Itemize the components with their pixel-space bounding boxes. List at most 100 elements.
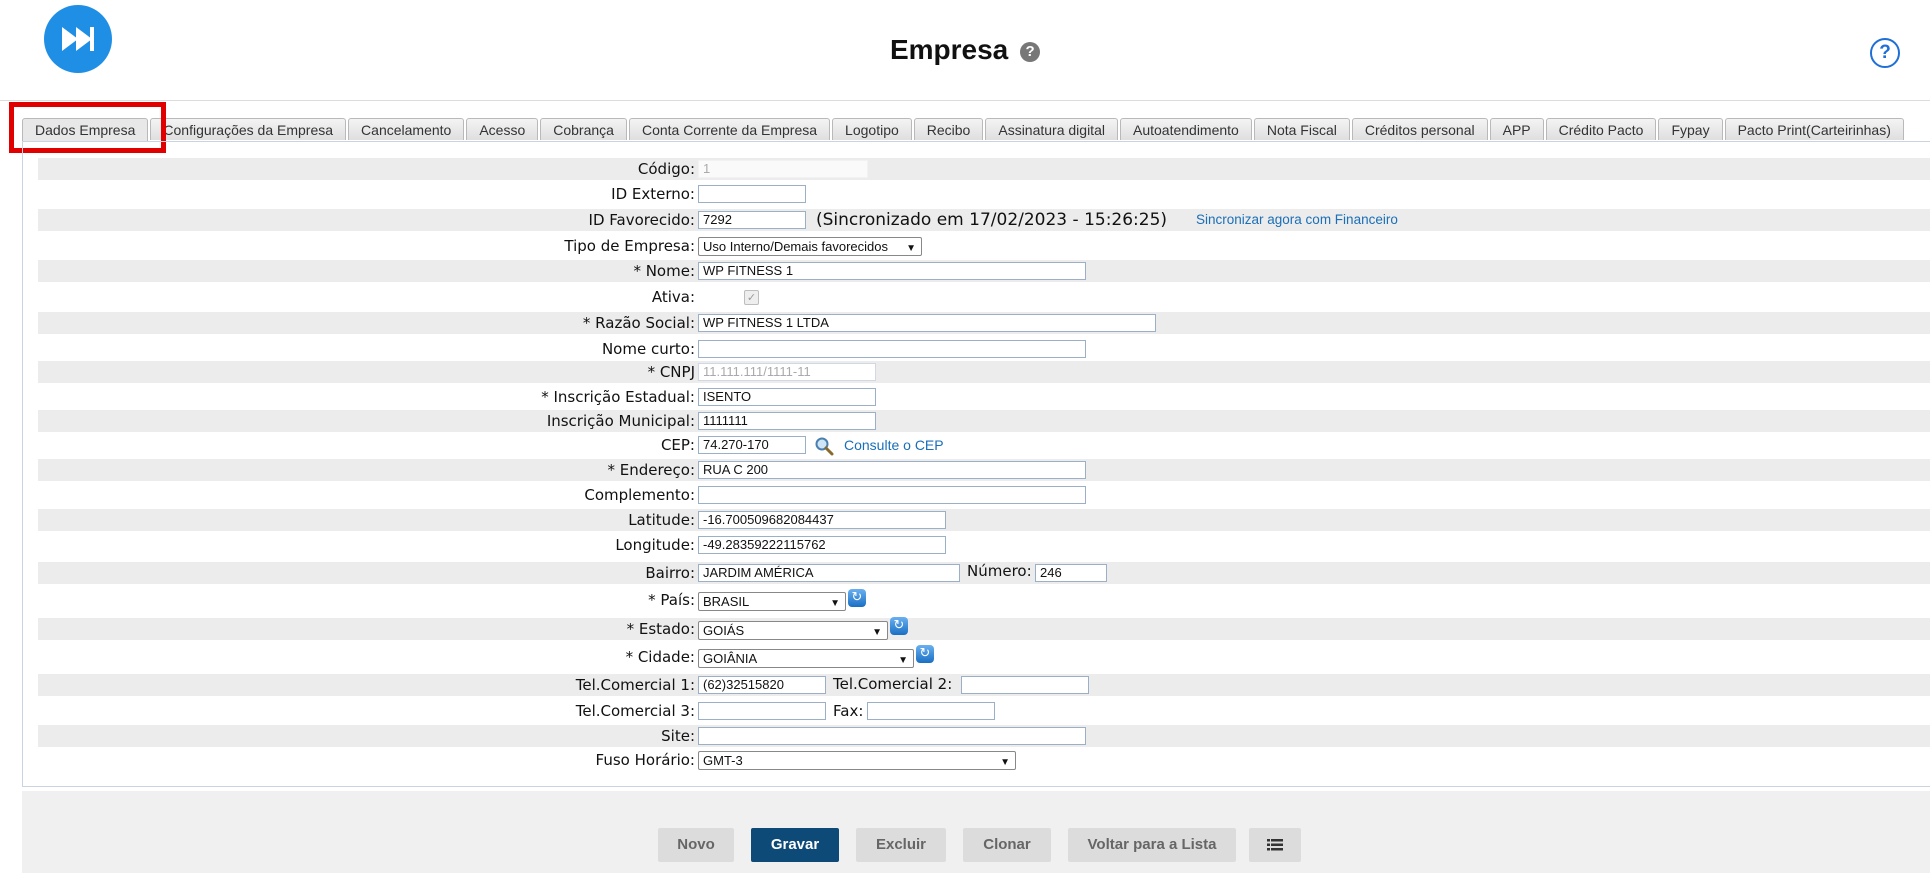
tab-credito-pacto[interactable]: Crédito Pacto	[1545, 118, 1657, 140]
id-favorecido-input[interactable]: 7292	[698, 211, 806, 229]
cep-input[interactable]: 74.270-170	[698, 436, 806, 454]
row-nome: * Nome: WP FITNESS 1	[38, 260, 1930, 282]
id-externo-label: ID Externo:	[611, 185, 695, 203]
inscricao-estadual-input[interactable]: ISENTO	[698, 388, 876, 406]
tipo-empresa-label: Tipo de Empresa:	[564, 237, 695, 255]
endereco-label: * Endereço:	[607, 461, 695, 479]
longitude-input[interactable]: -49.28359222115762	[698, 536, 946, 554]
complemento-input[interactable]	[698, 486, 1086, 504]
tab-cobranca[interactable]: Cobrança	[540, 118, 627, 140]
chevron-down-icon: ▼	[898, 655, 908, 666]
tab-configuracoes[interactable]: Configurações da Empresa	[150, 118, 347, 140]
refresh-icon[interactable]: ↻	[890, 617, 908, 635]
endereco-input[interactable]: RUA C 200	[698, 461, 1086, 479]
ativa-checkbox[interactable]: ✓	[744, 290, 759, 305]
voltar-lista-button[interactable]: Voltar para a Lista	[1068, 828, 1236, 862]
latitude-input[interactable]: -16.700509682084437	[698, 511, 946, 529]
row-longitude: Longitude: -49.28359222115762	[38, 534, 1930, 556]
chevron-down-icon: ▼	[906, 243, 916, 254]
pais-value: BRASIL	[703, 594, 750, 609]
bairro-label: Bairro:	[645, 564, 695, 582]
cnpj-input[interactable]: 11.111.111/1111-11	[698, 363, 876, 381]
tab-app[interactable]: APP	[1489, 118, 1544, 140]
estado-value: GOIÁS	[703, 623, 745, 638]
site-label: Site:	[661, 727, 695, 745]
tab-bar: Dados Empresa Configurações da Empresa C…	[22, 118, 1904, 142]
tipo-empresa-select[interactable]: Uso Interno/Demais favorecidos ▼	[698, 237, 922, 256]
row-site: Site:	[38, 725, 1930, 747]
row-tipo-empresa: Tipo de Empresa: Uso Interno/Demais favo…	[38, 235, 1930, 257]
fax-label: Fax:	[833, 702, 864, 720]
row-id-favorecido: ID Favorecido: 7292 (Sincronizado em 17/…	[38, 209, 1930, 231]
consulte-cep-link[interactable]: Consulte o CEP	[844, 434, 944, 456]
inscricao-estadual-label: * Inscrição Estadual:	[541, 388, 695, 406]
gravar-button[interactable]: Gravar	[751, 828, 839, 862]
tab-pacto-print[interactable]: Pacto Print(Carteirinhas)	[1724, 118, 1904, 140]
estado-select[interactable]: GOIÁS ▼	[698, 621, 888, 640]
tab-autoatendimento[interactable]: Autoatendimento	[1119, 118, 1252, 140]
clonar-button[interactable]: Clonar	[963, 828, 1051, 862]
novo-button[interactable]: Novo	[658, 828, 734, 862]
nome-curto-input[interactable]	[698, 340, 1086, 358]
refresh-icon[interactable]: ↻	[848, 589, 866, 607]
tel1-label: Tel.Comercial 1:	[575, 676, 695, 694]
tab-recibo[interactable]: Recibo	[913, 118, 984, 140]
complemento-label: Complemento:	[584, 486, 695, 504]
tab-acesso[interactable]: Acesso	[466, 118, 539, 140]
row-inscricao-municipal: Inscrição Municipal: 1111111	[38, 410, 1930, 432]
pais-select[interactable]: BRASIL ▼	[698, 592, 846, 611]
row-bairro: Bairro: JARDIM AMÉRICA Número: 246	[38, 562, 1930, 584]
list-icon	[1267, 839, 1283, 851]
inscricao-municipal-label: Inscrição Municipal:	[546, 412, 695, 430]
tab-creditos-personal[interactable]: Créditos personal	[1351, 118, 1488, 140]
cidade-value: GOIÂNIA	[703, 651, 758, 666]
row-id-externo: ID Externo:	[38, 183, 1930, 205]
header-divider	[0, 100, 1930, 101]
chevron-down-icon: ▼	[872, 627, 882, 638]
sync-financeiro-link[interactable]: Sincronizar agora com Financeiro	[1196, 209, 1398, 231]
bairro-input[interactable]: JARDIM AMÉRICA	[698, 564, 960, 582]
row-pais: * País: BRASIL ▼ ↻	[38, 589, 1930, 611]
tel1-input[interactable]: (62)32515820	[698, 676, 826, 694]
tel3-label: Tel.Comercial 3:	[575, 702, 695, 720]
longitude-label: Longitude:	[615, 536, 695, 554]
tab-logotipo[interactable]: Logotipo	[832, 118, 912, 140]
id-externo-input[interactable]	[698, 185, 806, 203]
tel2-input[interactable]	[961, 676, 1089, 694]
refresh-icon[interactable]: ↻	[916, 645, 934, 663]
row-razao-social: * Razão Social: WP FITNESS 1 LTDA	[38, 312, 1930, 334]
tel3-input[interactable]	[698, 702, 826, 720]
estado-label: * Estado:	[626, 620, 695, 638]
cidade-label: * Cidade:	[625, 648, 695, 666]
nome-input[interactable]: WP FITNESS 1	[698, 262, 1086, 280]
fax-input[interactable]	[867, 702, 995, 720]
page-title-wrap: Empresa ?	[0, 34, 1930, 66]
fuso-select[interactable]: GMT-3 ▼	[698, 751, 1016, 770]
title-help-icon[interactable]: ?	[1020, 42, 1041, 62]
nome-label: * Nome:	[633, 262, 695, 280]
row-estado: * Estado: GOIÁS ▼ ↻	[38, 617, 1930, 640]
excluir-button[interactable]: Excluir	[856, 828, 946, 862]
sync-status-text: (Sincronizado em 17/02/2023 - 15:26:25)	[816, 210, 1168, 230]
tab-nota-fiscal[interactable]: Nota Fiscal	[1253, 118, 1350, 140]
tab-cancelamento[interactable]: Cancelamento	[348, 118, 465, 140]
pais-label: * País:	[648, 591, 695, 609]
row-codigo: Código: 1	[38, 158, 1930, 180]
row-tel3-fax: Tel.Comercial 3: Fax:	[38, 700, 1930, 722]
cidade-select[interactable]: GOIÂNIA ▼	[698, 649, 914, 668]
ativa-label: Ativa:	[651, 288, 695, 306]
tab-fypay[interactable]: Fypay	[1658, 118, 1723, 140]
inscricao-municipal-input[interactable]: 1111111	[698, 412, 876, 430]
tab-conta-corrente[interactable]: Conta Corrente da Empresa	[628, 118, 831, 140]
numero-input[interactable]: 246	[1035, 564, 1107, 582]
site-input[interactable]	[698, 727, 1086, 745]
row-tel-comercial: Tel.Comercial 1: (62)32515820 Tel.Comerc…	[38, 674, 1930, 696]
tab-dados-empresa[interactable]: Dados Empresa	[22, 118, 149, 142]
row-cnpj: * CNPJ 11.111.111/1111-11	[38, 361, 1930, 383]
list-view-button[interactable]	[1249, 828, 1301, 862]
tab-assinatura-digital[interactable]: Assinatura digital	[985, 118, 1118, 140]
help-icon[interactable]: ?	[1870, 38, 1900, 68]
numero-label: Número:	[967, 562, 1032, 580]
razao-social-input[interactable]: WP FITNESS 1 LTDA	[698, 314, 1156, 332]
search-icon[interactable]	[814, 436, 834, 456]
